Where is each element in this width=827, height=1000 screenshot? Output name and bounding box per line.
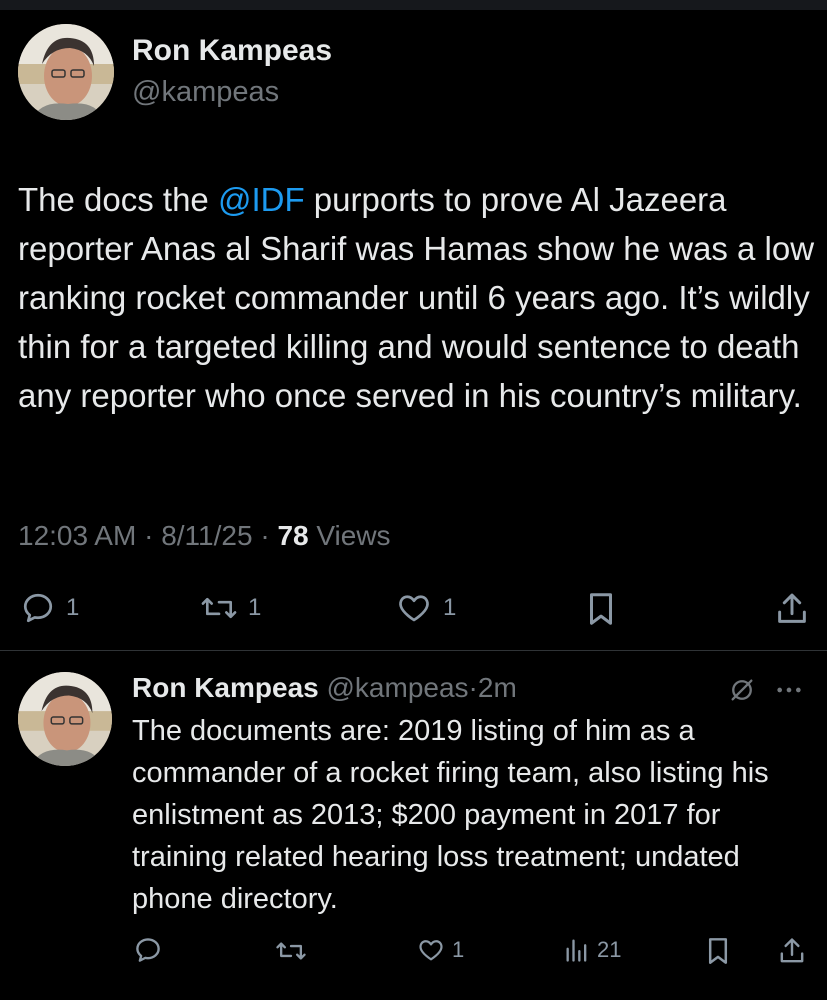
reply-share-button[interactable] bbox=[778, 935, 806, 967]
tweet-text: The docs the @IDF purports to prove Al J… bbox=[18, 175, 818, 420]
avatar-photo bbox=[18, 24, 114, 120]
tweet-date[interactable]: 8/11/25 bbox=[161, 520, 252, 551]
reply-like-button[interactable]: 1 bbox=[416, 936, 464, 964]
views-label: Views bbox=[316, 520, 391, 551]
tweet-meta: 12:03 AM · 8/11/25 · 78 Views bbox=[18, 520, 391, 552]
more-dots-icon bbox=[777, 687, 801, 693]
meta-separator: · bbox=[260, 520, 270, 551]
reply-button[interactable]: 1 bbox=[20, 590, 79, 626]
grok-icon[interactable] bbox=[728, 676, 756, 709]
top-bar bbox=[0, 0, 827, 10]
views-chart-icon bbox=[566, 939, 587, 962]
retweet-button[interactable]: 1 bbox=[200, 590, 261, 626]
reply-author-name[interactable]: Ron Kampeas bbox=[132, 672, 319, 703]
retweet-icon bbox=[201, 597, 237, 619]
like-button[interactable]: 1 bbox=[395, 590, 456, 626]
retweet-icon bbox=[276, 942, 306, 960]
reply-text: The documents are: 2019 listing of him a… bbox=[132, 715, 769, 915]
author-handle[interactable]: @kampeas bbox=[132, 76, 279, 109]
like-count: 1 bbox=[443, 594, 457, 621]
share-button[interactable] bbox=[775, 590, 809, 628]
more-options-icon[interactable] bbox=[775, 680, 803, 705]
reply-views-count: 21 bbox=[597, 937, 622, 962]
share-icon bbox=[778, 593, 806, 623]
reply-retweet-button[interactable] bbox=[275, 936, 307, 966]
avatar[interactable] bbox=[18, 24, 114, 120]
bookmark-icon bbox=[589, 593, 613, 625]
reply-icon bbox=[136, 938, 160, 962]
reply-time[interactable]: 2m bbox=[478, 672, 517, 703]
reply-avatar[interactable] bbox=[18, 672, 112, 766]
reply-count: 1 bbox=[66, 594, 80, 621]
reply-like-count: 1 bbox=[452, 937, 465, 962]
tweet-text-start: The docs the bbox=[18, 181, 218, 218]
mention-link[interactable]: @IDF bbox=[218, 181, 305, 218]
tweet-time[interactable]: 12:03 AM bbox=[18, 520, 136, 551]
reply-reply-button[interactable] bbox=[133, 935, 163, 965]
reply-author-handle[interactable]: @kampeas bbox=[327, 672, 469, 703]
avatar-photo bbox=[18, 672, 112, 766]
heart-icon bbox=[419, 940, 443, 961]
reply-views-button[interactable]: 21 bbox=[563, 936, 621, 964]
views-count: 78 bbox=[277, 520, 309, 551]
divider bbox=[0, 650, 827, 651]
grok-slash-icon bbox=[731, 679, 753, 701]
retweet-count: 1 bbox=[248, 594, 262, 621]
reply-separator: · bbox=[468, 672, 478, 703]
meta-separator: · bbox=[144, 520, 154, 551]
bookmark-icon bbox=[708, 938, 728, 964]
reply-icon bbox=[23, 593, 53, 623]
share-icon bbox=[780, 938, 804, 963]
bookmark-button[interactable] bbox=[585, 590, 617, 628]
heart-icon bbox=[399, 595, 429, 622]
reply-bookmark-button[interactable] bbox=[705, 935, 731, 967]
author-name[interactable]: Ron Kampeas bbox=[132, 34, 332, 68]
reply-header: Ron Kampeas @kampeas·2m bbox=[132, 672, 517, 704]
